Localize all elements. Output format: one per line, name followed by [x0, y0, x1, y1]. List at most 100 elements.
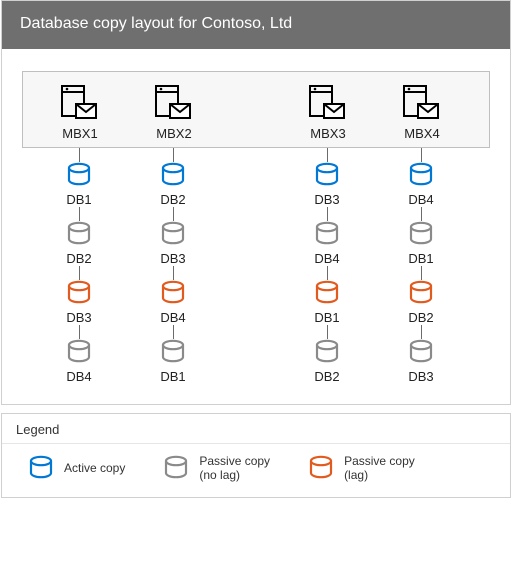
db-copy: DB2: [408, 266, 434, 325]
legend-item: Passive copy (no lag): [163, 454, 270, 483]
database-icon: [66, 339, 92, 365]
connector-line: [79, 207, 80, 221]
db-copy: DB3: [408, 325, 434, 384]
diagram-canvas: MBX1 MBX2 MBX3 MBX4: [2, 49, 510, 404]
server-icon-wrap: [308, 82, 348, 120]
database-icon: [160, 221, 186, 247]
db-label: DB4: [160, 310, 185, 325]
db-column: DB2 DB3 DB4 DB1: [126, 148, 220, 384]
database-icon: [66, 162, 92, 188]
connector-line: [79, 266, 80, 280]
db-copy: DB1: [408, 207, 434, 266]
db-label: DB2: [314, 369, 339, 384]
server-label: MBX1: [62, 126, 97, 141]
page-title: Database copy layout for Contoso, Ltd: [2, 1, 510, 49]
server-label: MBX2: [156, 126, 191, 141]
server-icon-wrap: [154, 82, 194, 120]
connector-line: [173, 325, 174, 339]
server-column: MBX2: [127, 82, 221, 141]
db-copy: DB1: [66, 148, 92, 207]
server-icon-wrap: [60, 82, 100, 120]
legend-label: Passive copy (lag): [344, 454, 415, 483]
connector-line: [421, 207, 422, 221]
database-icon: [308, 455, 334, 481]
legend-panel: Legend Active copy Passive copy (no lag)…: [1, 413, 511, 498]
database-icon: [314, 162, 340, 188]
connector-line: [79, 325, 80, 339]
db-label: DB2: [66, 251, 91, 266]
db-label: DB1: [314, 310, 339, 325]
legend-row: Active copy Passive copy (no lag) Passiv…: [2, 444, 510, 497]
db-copy: DB1: [160, 325, 186, 384]
db-label: DB3: [160, 251, 185, 266]
server-column: MBX1: [33, 82, 127, 141]
connector-line: [421, 266, 422, 280]
database-icon: [314, 280, 340, 306]
server-label: MBX4: [404, 126, 439, 141]
database-icon: [408, 162, 434, 188]
connector-line: [173, 266, 174, 280]
server-label: MBX3: [310, 126, 345, 141]
server-column: MBX4: [375, 82, 469, 141]
db-label: DB1: [160, 369, 185, 384]
db-column: DB3 DB4 DB1 DB2: [280, 148, 374, 384]
server-icon: [402, 84, 442, 120]
db-label: DB2: [408, 310, 433, 325]
connector-line: [421, 325, 422, 339]
database-icon: [160, 339, 186, 365]
database-icon: [408, 221, 434, 247]
database-icon: [314, 339, 340, 365]
connector-line: [173, 207, 174, 221]
database-icon: [160, 280, 186, 306]
connector-line: [327, 325, 328, 339]
legend-item: Passive copy (lag): [308, 454, 415, 483]
db-copy: DB2: [160, 148, 186, 207]
database-icon: [408, 280, 434, 306]
db-label: DB3: [408, 369, 433, 384]
db-copy: DB2: [66, 207, 92, 266]
db-label: DB3: [314, 192, 339, 207]
database-icon: [66, 280, 92, 306]
diagram-frame: Database copy layout for Contoso, Ltd MB…: [1, 0, 511, 405]
legend-label: Active copy: [64, 461, 125, 475]
server-icon: [154, 84, 194, 120]
db-copy: DB3: [160, 207, 186, 266]
database-icon: [160, 162, 186, 188]
db-label: DB2: [160, 192, 185, 207]
db-copy: DB1: [314, 266, 340, 325]
connector-line: [327, 207, 328, 221]
connector-line: [327, 148, 328, 162]
database-icon: [163, 455, 189, 481]
connector-line: [173, 148, 174, 162]
db-copy: DB4: [66, 325, 92, 384]
db-label: DB3: [66, 310, 91, 325]
server-icon: [308, 84, 348, 120]
legend-title: Legend: [2, 414, 510, 444]
db-columns: DB1 DB2 DB3 DB4 DB2: [22, 148, 490, 384]
legend-label: Passive copy (no lag): [199, 454, 270, 483]
db-copy: DB4: [408, 148, 434, 207]
servers-group: MBX1 MBX2 MBX3 MBX4: [22, 71, 490, 148]
db-column: DB1 DB2 DB3 DB4: [32, 148, 126, 384]
server-icon-wrap: [402, 82, 442, 120]
database-icon: [28, 455, 54, 481]
database-icon: [314, 221, 340, 247]
server-column: MBX3: [281, 82, 375, 141]
server-icon: [60, 84, 100, 120]
db-copy: DB4: [314, 207, 340, 266]
db-column: DB4 DB1 DB2 DB3: [374, 148, 468, 384]
db-copy: DB4: [160, 266, 186, 325]
db-label: DB1: [408, 251, 433, 266]
db-copy: DB3: [66, 266, 92, 325]
connector-line: [79, 148, 80, 162]
legend-item: Active copy: [28, 455, 125, 481]
db-label: DB4: [66, 369, 91, 384]
db-label: DB1: [66, 192, 91, 207]
db-copy: DB3: [314, 148, 340, 207]
database-icon: [408, 339, 434, 365]
db-label: DB4: [408, 192, 433, 207]
connector-line: [421, 148, 422, 162]
db-label: DB4: [314, 251, 339, 266]
database-icon: [66, 221, 92, 247]
db-copy: DB2: [314, 325, 340, 384]
